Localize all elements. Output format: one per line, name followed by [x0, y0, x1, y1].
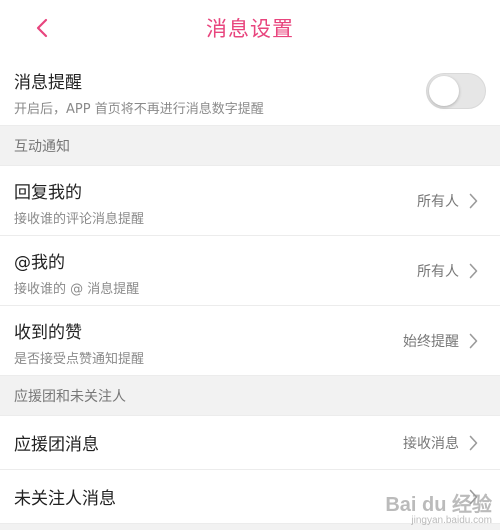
support-group-messages-value: 接收消息 [403, 435, 459, 452]
message-reminder-row: 消息提醒 开启后，APP 首页将不再进行消息数字提醒 [0, 56, 500, 126]
toggle-knob [429, 75, 459, 106]
back-button[interactable] [28, 14, 56, 42]
reply-to-me-description: 接收谁的评论消息提醒 [14, 212, 145, 227]
unfollowed-messages-row[interactable]: 未关注人消息 [0, 470, 500, 524]
chevron-right-icon [469, 333, 478, 348]
mention-me-description: 接收谁的 @ 消息提醒 [14, 282, 140, 297]
support-group-messages-row[interactable]: 应援团消息 接收消息 [0, 416, 500, 470]
nav-bar: 消息设置 [0, 0, 500, 56]
received-likes-description: 是否接受点赞通知提醒 [14, 352, 145, 367]
page-title: 消息设置 [206, 17, 294, 41]
mention-me-row[interactable]: @我的 接收谁的 @ 消息提醒 所有人 [0, 236, 500, 306]
chevron-right-icon [469, 435, 478, 450]
message-reminder-description: 开启后，APP 首页将不再进行消息数字提醒 [14, 102, 264, 117]
chevron-right-icon [469, 489, 478, 504]
message-reminder-label: 消息提醒 [14, 73, 82, 93]
reply-to-me-value: 所有人 [417, 193, 459, 210]
reply-to-me-label: 回复我的 [14, 183, 82, 203]
section-header-interaction: 互动通知 [0, 126, 500, 166]
section-header-support: 应援团和未关注人 [0, 376, 500, 416]
reply-to-me-row[interactable]: 回复我的 接收谁的评论消息提醒 所有人 [0, 166, 500, 236]
mention-me-label: @我的 [14, 253, 65, 273]
received-likes-row[interactable]: 收到的赞 是否接受点赞通知提醒 始终提醒 [0, 306, 500, 376]
received-likes-label: 收到的赞 [14, 323, 82, 343]
chevron-right-icon [469, 193, 478, 208]
chevron-right-icon [469, 263, 478, 278]
chevron-left-icon [36, 18, 48, 38]
mention-me-value: 所有人 [417, 263, 459, 280]
unfollowed-messages-label: 未关注人消息 [14, 489, 116, 509]
message-reminder-toggle[interactable] [426, 72, 486, 109]
support-group-messages-label: 应援团消息 [14, 435, 99, 455]
received-likes-value: 始终提醒 [403, 333, 459, 350]
